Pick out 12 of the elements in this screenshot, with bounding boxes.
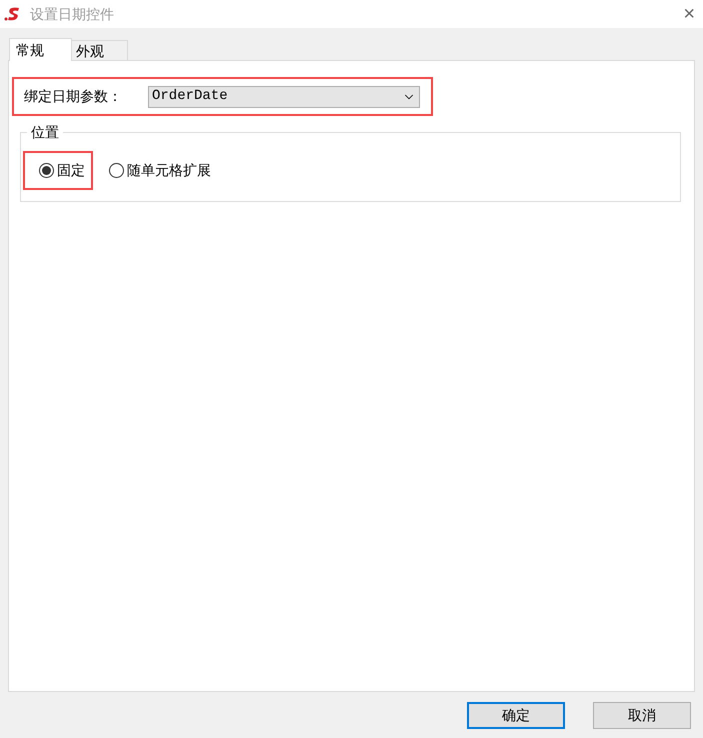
radio-button[interactable]: 随单元格扩展	[109, 160, 211, 181]
dialog-button[interactable]: 确定	[467, 702, 565, 729]
radio-button[interactable]: 固定	[39, 160, 85, 181]
dropdown[interactable]: OrderDate	[148, 86, 420, 108]
group-legend: 位置	[27, 122, 63, 143]
tab[interactable]: 外观	[72, 40, 128, 60]
window-title: 设置日期控件	[30, 4, 114, 24]
dialog-button[interactable]: 取消	[593, 702, 691, 729]
close-button[interactable]: ×	[683, 4, 695, 24]
logo-icon	[4, 6, 22, 22]
tab[interactable]: 常规	[9, 38, 72, 61]
field-label: 绑定日期参数：	[24, 87, 123, 106]
